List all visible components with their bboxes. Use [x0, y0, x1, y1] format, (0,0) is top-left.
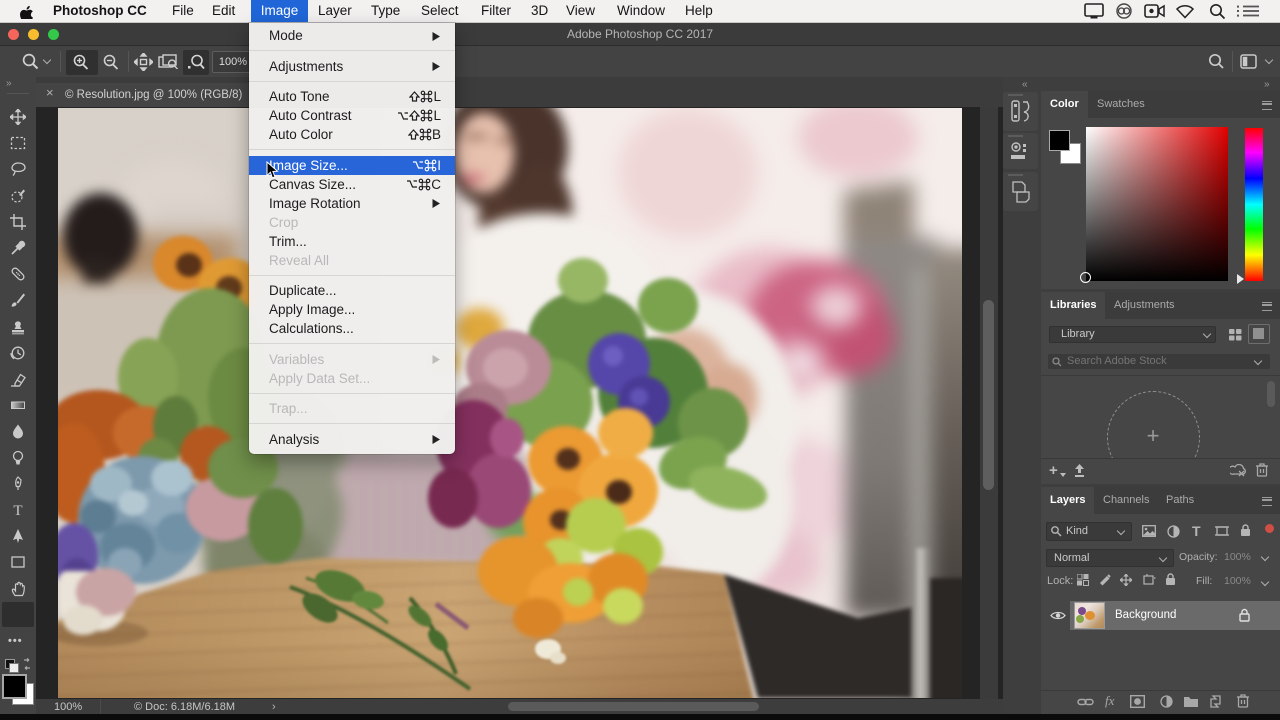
svg-text:T: T: [13, 503, 22, 518]
